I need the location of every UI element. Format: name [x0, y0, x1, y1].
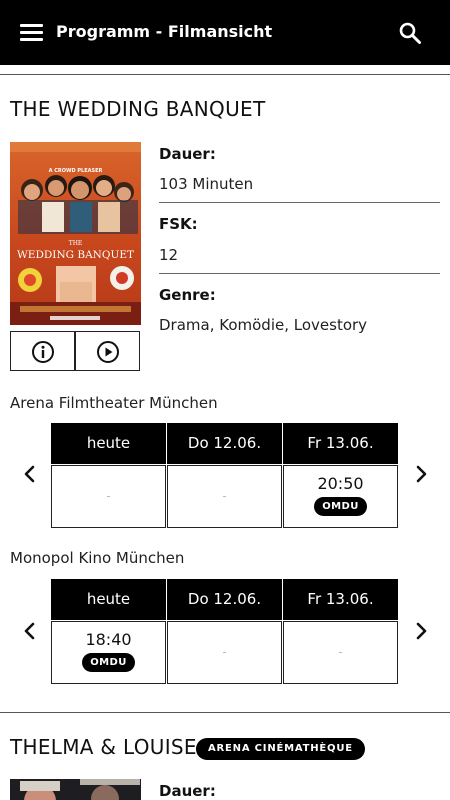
section-divider: [0, 74, 450, 75]
day-header-today: heute: [51, 423, 166, 464]
showtime[interactable]: 18:40: [52, 630, 165, 650]
poster-tagline: A CROWD PLEASER: [49, 168, 103, 174]
showtime-cell: -: [167, 465, 282, 528]
chevron-left-icon[interactable]: [20, 619, 40, 643]
info-button[interactable]: [10, 331, 75, 371]
chevron-left-icon[interactable]: [20, 462, 40, 486]
cinema-name: Arena Filmtheater München: [10, 394, 218, 412]
detail-divider: [159, 273, 440, 274]
duration-value: 103 Minuten: [159, 175, 254, 193]
genre-label: Genre:: [159, 286, 216, 304]
day-header-fri: Fr 13.06.: [283, 423, 398, 464]
no-showtime-placeholder: -: [222, 489, 227, 503]
genre-value: Drama, Komödie, Lovestory: [159, 316, 368, 334]
cinema-name: Monopol Kino München: [10, 549, 185, 567]
venue-badge: ARENA CINÉMATHÈQUE: [196, 738, 365, 760]
movie-poster: A CROWD PLEASER THE WEDDING BANQUET: [10, 142, 141, 325]
day-header-fri: Fr 13.06.: [283, 579, 398, 620]
movie-title: THELMA & LOUISE: [10, 735, 197, 759]
no-showtime-placeholder: -: [106, 489, 111, 503]
movie-poster: [10, 779, 141, 800]
duration-label: Dauer:: [159, 782, 216, 800]
chevron-right-icon[interactable]: [411, 462, 431, 486]
fsk-label: FSK:: [159, 215, 198, 233]
detail-divider: [159, 202, 440, 203]
trailer-button[interactable]: [75, 331, 140, 371]
duration-label: Dauer:: [159, 145, 216, 163]
showtime[interactable]: 20:50: [284, 474, 397, 494]
language-badge: OMDU: [82, 653, 135, 672]
showtime-cell: -: [51, 465, 166, 528]
poster-title-line1: THE: [69, 240, 83, 247]
page-title: Programm - Filmansicht: [56, 22, 273, 41]
no-showtime-placeholder: -: [222, 645, 227, 659]
search-icon[interactable]: [398, 21, 422, 45]
day-header-today: heute: [51, 579, 166, 620]
play-icon: [97, 341, 119, 363]
info-icon: [32, 341, 54, 363]
section-divider: [0, 712, 450, 713]
chevron-right-icon[interactable]: [411, 619, 431, 643]
day-header-thu: Do 12.06.: [167, 423, 282, 464]
movie-title: THE WEDDING BANQUET: [10, 97, 266, 121]
showtime-cell[interactable]: 20:50 OMDU: [283, 465, 398, 528]
showtime-cell: -: [283, 621, 398, 684]
fsk-value: 12: [159, 246, 179, 264]
language-badge: OMDU: [314, 497, 367, 516]
showtime-cell: -: [167, 621, 282, 684]
poster-title-line2: WEDDING BANQUET: [17, 249, 134, 261]
no-showtime-placeholder: -: [338, 645, 343, 659]
hamburger-menu-icon[interactable]: [20, 22, 43, 42]
showtime-cell[interactable]: 18:40 OMDU: [51, 621, 166, 684]
day-header-thu: Do 12.06.: [167, 579, 282, 620]
app-header: Programm - Filmansicht: [0, 0, 450, 65]
